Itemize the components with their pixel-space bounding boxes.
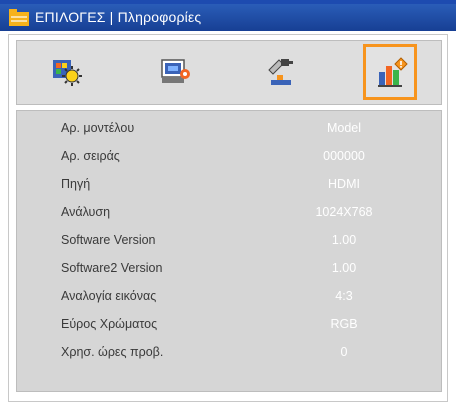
setup-settings-icon <box>268 59 293 85</box>
image-settings-icon <box>53 60 82 86</box>
info-label: Εύρος Χρώματος <box>61 317 158 331</box>
info-row-model: Αρ. μοντέλου Model <box>17 115 441 143</box>
osd-menu: ΕΠΙΛΟΓΕΣ | Πληροφορίες Αρ. μοντέλου Mode… <box>0 0 456 407</box>
page-title: ΕΠΙΛΟΓΕΣ | Πληροφορίες <box>35 9 202 25</box>
tab-display[interactable] <box>149 47 201 97</box>
info-row-source: Πηγή HDMI <box>17 171 441 199</box>
info-row-resolution: Ανάλυση 1024X768 <box>17 199 441 227</box>
tab-setup[interactable] <box>255 47 307 97</box>
info-value: 1.00 <box>331 261 357 275</box>
info-value: 0 <box>340 345 348 359</box>
info-value: HDMI <box>328 177 360 191</box>
info-value: RGB <box>330 317 358 331</box>
info-label: Ανάλυση <box>61 205 111 219</box>
info-value: 1.00 <box>331 233 357 247</box>
info-panel: Αρ. μοντέλου Model Αρ. σειράς 000000 Πηγ… <box>16 110 442 392</box>
info-label: Αρ. μοντέλου <box>61 121 135 135</box>
info-row-aspect-ratio: Αναλογία εικόνας 4:3 <box>17 283 441 311</box>
info-label: Software Version <box>61 233 156 247</box>
info-value: Model <box>326 121 362 135</box>
info-row-serial: Αρ. σειράς 000000 <box>17 143 441 171</box>
info-row-software-version: Software Version 1.00 <box>17 227 441 255</box>
info-label: Αρ. σειράς <box>61 149 120 163</box>
info-value: 000000 <box>323 149 365 163</box>
tab-options[interactable] <box>363 44 417 100</box>
info-label: Software2 Version <box>61 261 163 275</box>
info-value: 1024X768 <box>315 205 373 219</box>
info-row-color-space: Εύρος Χρώματος RGB <box>17 311 441 339</box>
info-label: Χρησ. ώρες προβ. <box>61 345 164 359</box>
title-bar: ΕΠΙΛΟΓΕΣ | Πληροφορίες <box>0 4 456 31</box>
info-label: Αναλογία εικόνας <box>61 289 157 303</box>
menu-folder-icon <box>9 9 29 26</box>
tab-bar <box>16 40 442 105</box>
info-row-software2-version: Software2 Version 1.00 <box>17 255 441 283</box>
options-info-icon <box>378 57 408 87</box>
info-row-lamp-hours: Χρησ. ώρες προβ. 0 <box>17 339 441 367</box>
info-label: Πηγή <box>61 177 91 191</box>
tab-image[interactable] <box>41 47 93 97</box>
info-value: 4:3 <box>335 289 353 303</box>
display-settings-icon <box>161 59 190 83</box>
